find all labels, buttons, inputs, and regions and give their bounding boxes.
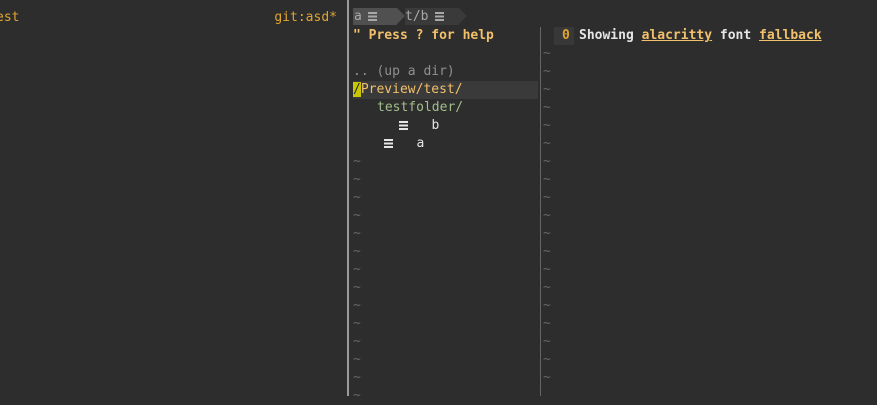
nerdtree-root-path[interactable]: /Preview/test/ (353, 81, 538, 99)
statusline-git-branch: git:asd* (274, 10, 337, 25)
empty-line-tilde: ~ (543, 64, 551, 79)
tab-a[interactable]: a (353, 8, 405, 25)
empty-line-tilde: ~ (543, 280, 551, 295)
nerdtree-file-a[interactable]: a (384, 135, 424, 153)
statusline-left: est git:asd* (0, 9, 347, 27)
empty-line-tilde: ~ (353, 226, 361, 241)
file-icon (367, 12, 377, 21)
left-editor-pane[interactable]: est git:asd* (0, 0, 347, 396)
text-segment-underlined: alacritty (641, 28, 713, 43)
nerdtree-file-b[interactable]: b (399, 117, 439, 135)
empty-line-tilde: ~ (543, 370, 551, 385)
empty-line-tilde: ~ (543, 46, 551, 61)
empty-line-tilde: ~ (353, 280, 361, 295)
nerdtree-up-dir[interactable]: .. (up a dir) (353, 63, 455, 81)
empty-line-tilde: ~ (353, 370, 361, 385)
tab-t-b[interactable]: t/b (405, 8, 467, 25)
empty-line-tilde: ~ (543, 82, 551, 97)
empty-line-tilde: ~ (543, 118, 551, 133)
empty-line-tilde: ~ (543, 226, 551, 241)
empty-line-tilde: ~ (353, 262, 361, 277)
text-segment: font (712, 28, 760, 43)
tab-label: a (354, 9, 362, 24)
file-name: b (431, 118, 440, 133)
empty-line-tilde: ~ (543, 208, 551, 223)
editor-line-text: Showing alacritty font fallback (579, 27, 822, 45)
empty-line-tilde: ~ (353, 244, 361, 259)
nerdtree-root-label: Preview/test/ (360, 82, 463, 97)
empty-line-tilde: ~ (353, 154, 361, 169)
empty-line-tilde: ~ (543, 154, 551, 169)
nerdtree-folder-testfolder[interactable]: testfolder/ (377, 99, 463, 117)
empty-line-tilde: ~ (543, 172, 551, 187)
file-icon (384, 139, 393, 148)
empty-line-tilde: ~ (543, 334, 551, 349)
empty-line-tilde: ~ (543, 190, 551, 205)
text-segment: Showing (579, 28, 642, 43)
empty-line-tilde: ~ (353, 298, 361, 313)
line-number: 0 (562, 28, 570, 43)
empty-line-tilde: ~ (543, 352, 551, 367)
empty-line-tilde: ~ (543, 244, 551, 259)
empty-line-tilde: ~ (543, 262, 551, 277)
empty-line-tilde: ~ (543, 298, 551, 313)
empty-line-tilde: ~ (543, 316, 551, 331)
empty-line-tilde: ~ (353, 334, 361, 349)
empty-line-tilde: ~ (353, 352, 361, 367)
empty-line-tilde: ~ (543, 136, 551, 151)
pane-divider[interactable] (347, 0, 349, 396)
empty-line-tilde: ~ (353, 316, 361, 331)
file-icon (435, 12, 444, 21)
text-segment-underlined: fallback (759, 28, 822, 43)
file-name: a (416, 136, 425, 151)
cursor: / (353, 82, 361, 97)
file-icon (399, 121, 408, 130)
empty-line-tilde: ~ (353, 208, 361, 223)
empty-line-tilde: ~ (543, 100, 551, 115)
tab-label: t/b (405, 9, 429, 24)
empty-line-tilde: ~ (353, 388, 361, 403)
empty-line-tilde: ~ (353, 190, 361, 205)
statusline-filename: est (0, 10, 20, 25)
empty-line-tilde: ~ (353, 172, 361, 187)
nerdtree-help-hint: " Press ? for help (353, 28, 494, 43)
